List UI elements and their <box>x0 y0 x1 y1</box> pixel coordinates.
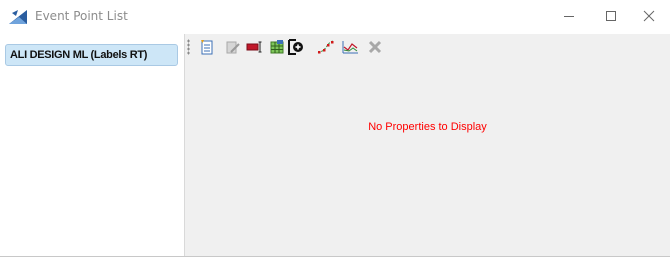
points-curve-button[interactable] <box>315 36 337 58</box>
delete-button[interactable] <box>364 36 386 58</box>
new-list-button[interactable] <box>196 36 218 58</box>
minimize-icon <box>564 16 574 17</box>
maximize-icon <box>606 11 616 21</box>
maximize-button[interactable] <box>596 4 626 28</box>
app-icon <box>8 9 28 26</box>
edit-icon <box>226 41 240 54</box>
close-icon <box>643 10 655 22</box>
rename-icon <box>246 41 262 53</box>
title-bar: Event Point List <box>0 0 670 32</box>
profile-chart-icon <box>342 41 358 54</box>
toolbar-grip[interactable] <box>187 39 190 55</box>
tree-pane: ALI DESIGN ML (Labels RT) <box>0 34 184 256</box>
empty-state-message: No Properties to Display <box>368 121 487 133</box>
window-title: Event Point List <box>35 9 128 23</box>
add-point-button[interactable] <box>285 36 307 58</box>
close-button[interactable] <box>634 4 664 28</box>
delete-icon <box>368 40 382 54</box>
window-bottom-border <box>0 256 670 257</box>
points-curve-icon <box>317 40 335 54</box>
add-point-icon <box>288 39 303 55</box>
table-icon <box>270 40 284 54</box>
rename-button[interactable] <box>244 36 266 58</box>
profile-chart-button[interactable] <box>339 36 361 58</box>
edit-button[interactable] <box>222 36 244 58</box>
properties-pane: No Properties to Display <box>185 34 670 256</box>
tree-item-ali-design-ml[interactable]: ALI DESIGN ML (Labels RT) <box>5 44 178 66</box>
new-list-icon <box>201 40 213 55</box>
minimize-button[interactable] <box>554 4 584 28</box>
